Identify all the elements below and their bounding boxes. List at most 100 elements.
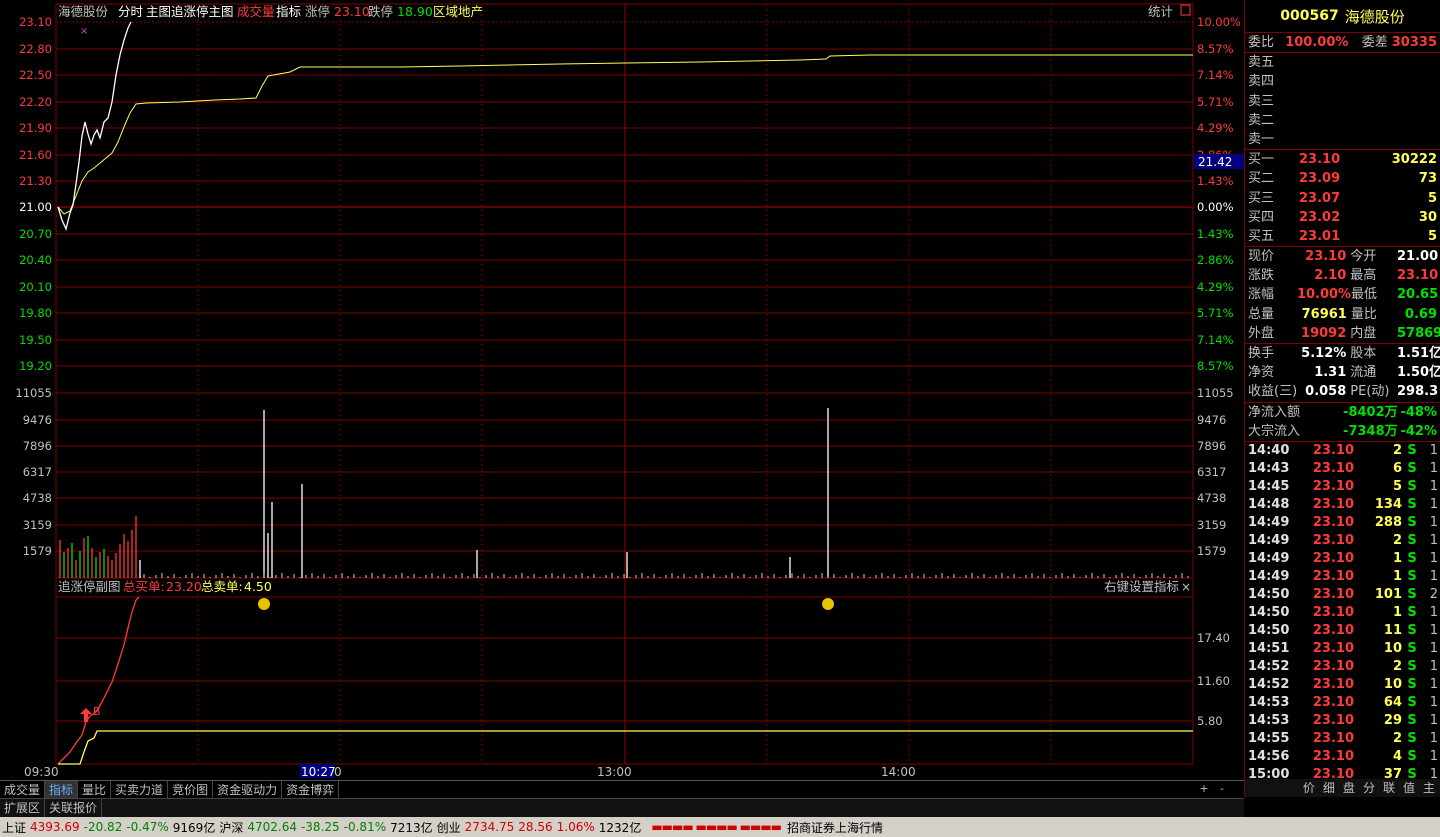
limit-down-value: 18.90 [397,4,433,19]
panel-tab[interactable]: 分 [1363,779,1375,797]
price-tick: 23.10 [19,15,52,29]
price-tick: 21.90 [19,121,52,135]
tick-time: 14:50 [1248,586,1290,602]
quote-row: 现价 23.10 今开 21.00 [1245,247,1440,266]
sub-chart-settings[interactable]: 右键设置指标 [1104,579,1179,594]
bid-row[interactable]: 买三 23.07 5 [1245,189,1440,208]
tick-volume: 2 [1392,658,1402,674]
ask-label: 卖一 [1248,131,1275,147]
tick-volume: 4 [1392,748,1402,764]
quote-value-2: 57869 [1397,325,1440,341]
scroll-left-icon[interactable]: + [1196,781,1212,797]
tick-volume: 2 [1392,730,1402,746]
extension-tab[interactable]: 扩展区 [0,799,46,817]
indicator-label[interactable]: 指标 [276,4,301,19]
volume-indicator-label[interactable]: 成交量 [237,4,275,19]
panel-tab[interactable]: 细 [1323,779,1335,797]
quote-label-1: 涨跌 [1248,268,1275,284]
panel-tab[interactable]: 联 [1383,779,1395,797]
tick-time: 14:49 [1248,514,1290,530]
tick-count: 1 [1429,694,1438,710]
price-tick: 20.70 [19,227,52,241]
sz-index-label: 沪深 [219,820,244,835]
quote-value-2: 20.65 [1397,287,1439,303]
sub-chart-title[interactable]: 追涨停副图 [58,579,121,594]
tick-row: 14:53 23.10 29 S 1 [1245,712,1440,730]
tab-item[interactable]: 指标 [45,781,79,799]
ask-row[interactable]: 卖一 [1245,130,1440,149]
panel-tab[interactable]: 主 [1423,779,1435,797]
intraday-chart[interactable]: 23.10 10.00% 22.80 8.57% 22.50 7.14% 22.20 5.71… [0,0,1244,780]
ask-row[interactable]: 卖三 [1245,92,1440,111]
ask-row[interactable]: 卖五 [1245,53,1440,72]
panel-tab[interactable]: 盘 [1343,779,1355,797]
quote-label-1: 外盘 [1248,325,1275,341]
tick-row: 14:43 23.10 6 S 1 [1245,460,1440,478]
tick-time: 14:56 [1248,748,1290,764]
tick-time: 14:49 [1248,550,1290,566]
tick-row: 14:52 23.10 2 S 1 [1245,658,1440,676]
price-tick: 19.50 [19,333,52,347]
fund-row: 收益(三) 0.058 PE(动) 298.3 [1245,382,1440,401]
pct-tick: 0.00% [1197,200,1234,214]
sub-axis-tick: 17.40 [1197,631,1230,645]
bid-row[interactable]: 买二 23.09 73 [1245,169,1440,188]
tick-volume: 1 [1392,568,1402,584]
indicator-tabs: 成交量 指标 量比 买卖力道 竞价图 资金驱动力 资金博弈 [0,780,1244,799]
panel-tab[interactable]: 值 [1403,779,1415,797]
tick-price: 23.10 [1312,748,1354,764]
signal-face-icon-2 [822,598,834,610]
sz-index-pct: -0.81% [343,820,387,834]
pct-tick: 10.00% [1197,15,1241,29]
fund-row: 换手 5.12% 股本 1.51亿 [1245,344,1440,363]
ask-row[interactable]: 卖二 [1245,111,1440,130]
panel-tab[interactable]: 价 [1303,779,1315,797]
sh-index-label: 上证 [2,820,27,835]
tick-row: 14:52 23.10 10 S 1 [1245,676,1440,694]
tick-row: 14:48 23.10 134 S 1 [1245,496,1440,514]
main-chart-label[interactable]: 主图追涨停主图 [146,4,234,19]
sub-chart-close-icon[interactable]: × [1181,580,1191,594]
stock-name: 海德股份 [1344,7,1405,26]
tick-side: S [1407,478,1417,494]
quote-label-1: 涨幅 [1248,287,1275,303]
tab-item[interactable]: 量比 [78,781,112,799]
extension-tab[interactable]: 关联报价 [45,799,103,817]
tick-count: 1 [1429,640,1438,656]
tick-price: 23.10 [1312,622,1354,638]
pct-tick: 7.14% [1197,68,1234,82]
mode-label[interactable]: 分时 [118,4,144,19]
tick-volume: 1 [1392,604,1402,620]
tab-item[interactable]: 竞价图 [168,781,214,799]
tick-price: 23.10 [1312,676,1354,692]
market-breadth-icon: ▬▬▬▬ ▬▬▬▬ ▬▬▬▬ [651,820,782,834]
quote-value-1: 19092 [1301,325,1347,341]
pct-tick: 2.86% [1197,253,1234,267]
cy-index-label: 创业 [436,820,461,835]
bid-volume: 30222 [1391,152,1437,168]
total-buy-label: 总买单: [123,579,165,594]
total-sell-value: 4.50 [244,579,272,594]
tick-volume: 10 [1383,640,1402,656]
tick-row: 14:50 23.10 11 S 1 [1245,622,1440,640]
tab-item[interactable]: 成交量 [0,781,46,799]
bid-row[interactable]: 买五 23.01 5 [1245,227,1440,246]
tab-item[interactable]: 资金驱动力 [213,781,283,799]
bid-row[interactable]: 买四 23.02 30 [1245,208,1440,227]
fund-label-2: 股本 [1350,346,1377,361]
sector-label[interactable]: 区域地产 [433,4,483,19]
ask-row[interactable]: 卖四 [1245,72,1440,91]
tab-item[interactable]: 买卖力道 [111,781,169,799]
ask-label: 卖四 [1248,74,1275,90]
tick-list[interactable]: 14:40 23.10 2 S 1 14:43 23.10 6 S 1 14:45 23.10 5 S 1 1… [1245,442,1440,784]
scroll-right-icon[interactable]: - [1214,781,1230,797]
order-ratio-row: 委比 100.00% 委差 30335 [1245,33,1440,54]
stats-button[interactable]: 统计 [1148,4,1173,19]
bid-row[interactable]: 买一 23.10 30222 [1245,150,1440,169]
bid-price: 23.02 [1299,209,1341,225]
fundamentals-block: 换手 5.12% 股本 1.51亿 净资 1.31 流通 1.50亿 收益(三) 0.058 PE(… [1245,344,1440,403]
tab-item[interactable]: 资金博弈 [282,781,340,799]
cy-index-change: 28.56 [518,820,553,834]
tick-count: 1 [1429,712,1438,728]
price-tick: 19.80 [19,306,52,320]
